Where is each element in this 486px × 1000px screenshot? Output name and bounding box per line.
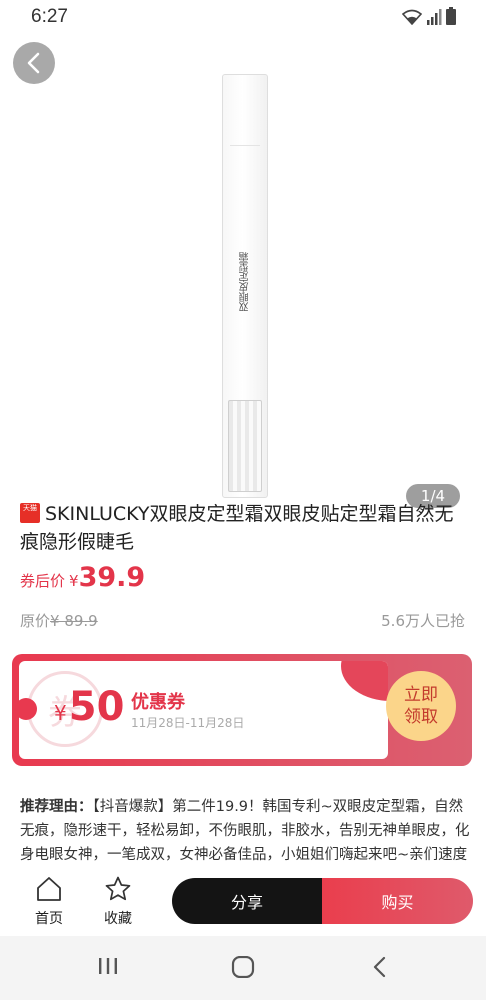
pen-label: 双眼皮定型霜 [240, 252, 251, 312]
coupon-currency: ¥ [54, 701, 67, 725]
pen-cap [230, 74, 260, 146]
home-nav-label: 首页 [35, 911, 63, 927]
product-title: SKINLUCKY双眼皮定型霜双眼皮贴定型霜自然无痕隐形假睫毛 [20, 503, 454, 553]
recommendation-text: 推荐理由：【抖音爆款】第二件19.9！韩国专利~双眼皮定型霜，自然无痕，隐形速干… [20, 795, 470, 869]
price-row: 券后价 ¥ 39.9 [20, 562, 145, 593]
signal-icon [427, 9, 442, 25]
system-back-button[interactable] [372, 956, 388, 982]
recent-apps-button[interactable] [97, 956, 119, 980]
coupon-cut-decoration [341, 661, 388, 701]
system-nav-bar [0, 936, 486, 1000]
wifi-icon [402, 9, 422, 25]
original-price: 原价¥ 89.9 [20, 610, 98, 631]
bottom-action-bar: 首页 收藏 分享 购买 [0, 870, 486, 936]
back-arrow-icon [373, 956, 386, 978]
original-price-value: ¥ 89.9 [50, 612, 98, 630]
star-icon [105, 876, 131, 901]
product-image[interactable]: 双眼皮定型霜 1/4 [0, 34, 486, 508]
claim-label-line2: 领取 [404, 707, 438, 727]
status-time: 6:27 [31, 6, 68, 27]
pen-tip [228, 400, 262, 492]
back-button[interactable] [13, 42, 55, 84]
home-icon [37, 877, 61, 901]
price-value: 39.9 [78, 562, 146, 593]
coupon-title: 优惠券 [131, 692, 185, 713]
recommendation-label: 推荐理由： [20, 799, 93, 815]
claim-coupon-button[interactable]: 立即 领取 [386, 671, 456, 741]
coupon-date-range: 11月28日-11月28日 [131, 716, 245, 730]
home-nav-button[interactable]: 首页 [19, 876, 79, 928]
coupon-notch [15, 698, 37, 720]
product-title-row: 天猫 SKINLUCKY双眼皮定型霜双眼皮贴定型霜自然无痕隐形假睫毛 [20, 500, 470, 556]
share-button[interactable]: 分享 [172, 878, 322, 924]
favorite-nav-label: 收藏 [104, 911, 132, 927]
home-circle-icon [231, 955, 255, 979]
favorite-nav-button[interactable]: 收藏 [88, 876, 148, 928]
claim-label-line1: 立即 [404, 685, 438, 705]
original-price-label: 原价 [20, 612, 51, 630]
status-bar: 6:27 [0, 0, 486, 34]
coupon-amount-value: 50 [68, 684, 125, 730]
battery-icon [446, 7, 456, 25]
chevron-left-icon [27, 52, 40, 74]
home-system-button[interactable] [231, 955, 255, 982]
recent-apps-icon [99, 958, 117, 974]
coupon-amount: ¥ 50 [54, 684, 124, 730]
price-label: 券后价 [20, 572, 66, 590]
sold-count: 5.6万人已抢 [381, 612, 465, 630]
price-currency: ¥ [69, 572, 79, 590]
buy-button[interactable]: 购买 [322, 878, 473, 924]
tmall-badge-icon: 天猫 [20, 503, 40, 523]
status-icons [402, 7, 456, 25]
